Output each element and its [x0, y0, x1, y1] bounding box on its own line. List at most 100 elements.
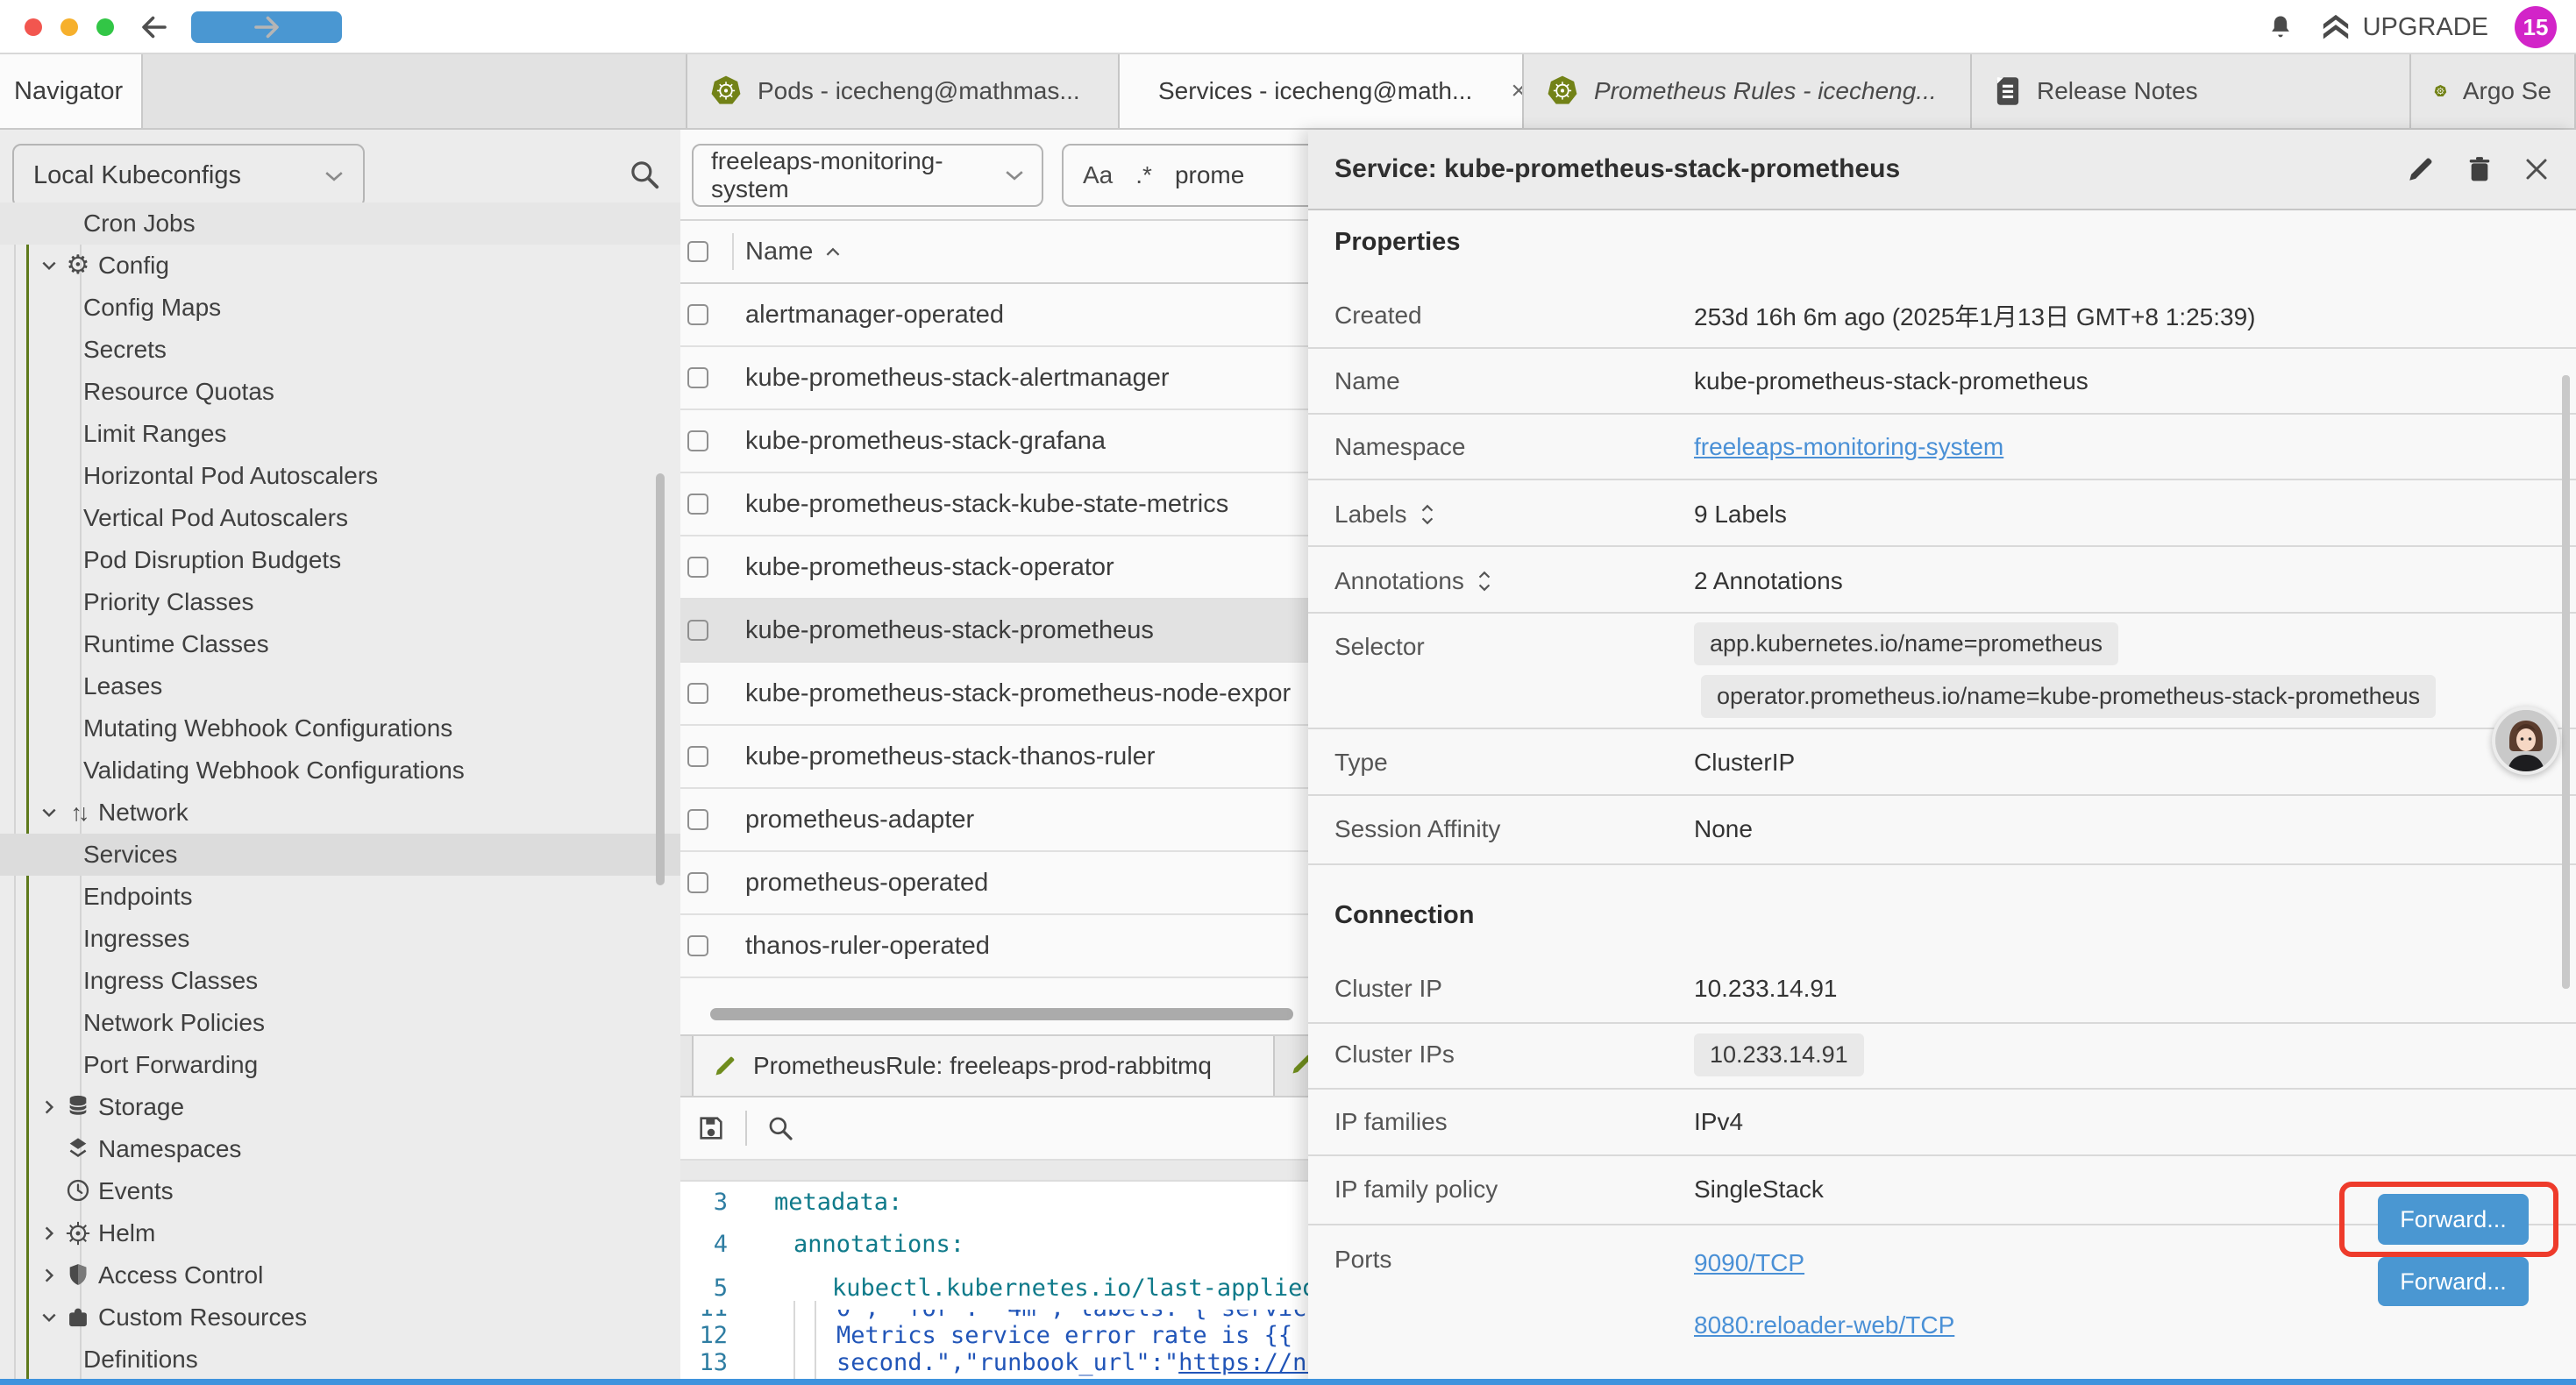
- sidebar-item-priority-classes[interactable]: Priority Classes: [0, 581, 680, 623]
- row-checkbox[interactable]: [687, 557, 708, 578]
- regex-toggle[interactable]: .*: [1135, 161, 1152, 189]
- tab-release-notes[interactable]: Release Notes: [1972, 54, 2411, 128]
- sidebar-item-port-forwarding[interactable]: Port Forwarding: [0, 1044, 680, 1086]
- table-row[interactable]: kube-prometheus-stack-kube-state-metrics: [680, 473, 1315, 536]
- sidebar-item-cron-jobs[interactable]: Cron Jobs: [0, 202, 680, 245]
- match-case-toggle[interactable]: Aa: [1083, 161, 1113, 189]
- sidebar-scrollbar[interactable]: [656, 473, 665, 885]
- sidebar-item-endpoints[interactable]: Endpoints: [0, 876, 680, 918]
- sidebar-item-ingresses[interactable]: Ingresses: [0, 918, 680, 960]
- horizontal-scrollbar[interactable]: [710, 1008, 1293, 1020]
- sidebar-item-label: Definitions: [83, 1346, 198, 1374]
- table-row[interactable]: kube-prometheus-stack-alertmanager: [680, 347, 1315, 410]
- sidebar-item-resource-quotas[interactable]: Resource Quotas: [0, 371, 680, 413]
- navigator-panel-tab[interactable]: Navigator: [0, 54, 143, 128]
- kubeconfig-selector[interactable]: Local Kubeconfigs: [12, 144, 365, 208]
- yaml-editor[interactable]: 3metadata: 4annotations: 5kubectl.kubern…: [680, 1182, 1315, 1380]
- selector-chip[interactable]: operator.prometheus.io/name=kube-prometh…: [1701, 675, 2436, 718]
- table-row[interactable]: kube-prometheus-stack-thanos-ruler: [680, 726, 1315, 789]
- search-input[interactable]: Aa .* prome: [1062, 144, 1315, 207]
- sidebar-item-pod-disruption-budgets[interactable]: Pod Disruption Budgets: [0, 539, 680, 581]
- row-checkbox[interactable]: [687, 367, 708, 388]
- sidebar-item-network-policies[interactable]: Network Policies: [0, 1002, 680, 1044]
- sidebar-item-services[interactable]: Services: [0, 834, 680, 876]
- tab-services[interactable]: Services - icecheng@math... ×: [1120, 54, 1524, 128]
- sidebar-item-namespaces[interactable]: Namespaces: [0, 1128, 680, 1170]
- sidebar-item-events[interactable]: Events: [0, 1170, 680, 1212]
- row-checkbox[interactable]: [687, 620, 708, 641]
- runbook-url-link[interactable]: https://net: [1178, 1349, 1315, 1376]
- table-row[interactable]: kube-prometheus-stack-operator: [680, 536, 1315, 600]
- forward-port-button[interactable]: Forward...: [2378, 1257, 2529, 1306]
- row-checkbox[interactable]: [687, 304, 708, 325]
- tab-pods[interactable]: Pods - icecheng@mathmas...: [686, 54, 1120, 128]
- row-checkbox[interactable]: [687, 746, 708, 767]
- close-icon[interactable]: [2523, 156, 2550, 182]
- selector-chip[interactable]: app.kubernetes.io/name=prometheus: [1694, 622, 2118, 665]
- field-label: Name: [1334, 367, 1400, 395]
- port-link-8080[interactable]: 8080:reloader-web/TCP: [1694, 1311, 1954, 1339]
- sidebar-item-ingress-classes[interactable]: Ingress Classes: [0, 960, 680, 1002]
- table-row[interactable]: kube-prometheus-stack-grafana: [680, 410, 1315, 473]
- sidebar-item-custom-resources[interactable]: Custom Resources: [0, 1296, 680, 1339]
- row-checkbox[interactable]: [687, 683, 708, 704]
- forward-icon[interactable]: [191, 11, 342, 43]
- detail-row-cluster-ip: Cluster IP 10.233.14.91: [1334, 955, 2558, 1022]
- sidebar-item-label: Events: [98, 1177, 174, 1205]
- cluster-ips-chip[interactable]: 10.233.14.91: [1694, 1033, 1864, 1076]
- sidebar-item-config[interactable]: ⚙ Config: [0, 245, 680, 287]
- tab-argo[interactable]: Argo Se: [2411, 54, 2576, 128]
- tab-prometheus-rules[interactable]: Prometheus Rules - icecheng...: [1524, 54, 1972, 128]
- sidebar-item-helm[interactable]: Helm: [0, 1212, 680, 1254]
- zoom-window-button[interactable]: [96, 18, 114, 36]
- table-row[interactable]: alertmanager-operated: [680, 284, 1315, 347]
- sidebar-item-limit-ranges[interactable]: Limit Ranges: [0, 413, 680, 455]
- table-row[interactable]: prometheus-operated: [680, 852, 1315, 915]
- row-checkbox[interactable]: [687, 494, 708, 515]
- user-avatar[interactable]: [2492, 707, 2560, 775]
- row-checkbox[interactable]: [687, 935, 708, 956]
- row-checkbox[interactable]: [687, 872, 708, 893]
- sidebar-item-storage[interactable]: Storage: [0, 1086, 680, 1128]
- close-tab-icon[interactable]: ×: [1511, 76, 1524, 106]
- table-row[interactable]: kube-prometheus-stack-prometheus-node-ex…: [680, 663, 1315, 726]
- save-icon[interactable]: [696, 1113, 726, 1143]
- editor-tab-prometheusrule[interactable]: PrometheusRule: freeleaps-prod-rabbitmq: [692, 1036, 1275, 1096]
- delete-trash-icon[interactable]: [2466, 154, 2494, 184]
- select-all-checkbox[interactable]: [687, 241, 708, 262]
- notifications-bell-icon[interactable]: [2266, 13, 2295, 41]
- sidebar-item-validating-webhook-configurations[interactable]: Validating Webhook Configurations: [0, 749, 680, 792]
- name-column-header[interactable]: Name: [745, 238, 841, 266]
- close-window-button[interactable]: [25, 18, 42, 36]
- annotations-count[interactable]: 2 Annotations: [1694, 567, 1843, 595]
- table-row[interactable]: thanos-ruler-operated: [680, 915, 1315, 978]
- detail-scrollbar[interactable]: [2562, 375, 2570, 989]
- sidebar-item-mutating-webhook-configurations[interactable]: Mutating Webhook Configurations: [0, 707, 680, 749]
- sidebar-item-secrets[interactable]: Secrets: [0, 329, 680, 371]
- notification-count-badge[interactable]: 15: [2515, 6, 2557, 48]
- edit-pencil-icon[interactable]: [2406, 154, 2436, 184]
- sidebar-item-vertical-pod-autoscalers[interactable]: Vertical Pod Autoscalers: [0, 497, 680, 539]
- table-row[interactable]: prometheus-adapter: [680, 789, 1315, 852]
- expand-collapse-icon[interactable]: [1477, 571, 1492, 592]
- row-checkbox[interactable]: [687, 430, 708, 451]
- back-icon[interactable]: [139, 11, 170, 43]
- minimize-window-button[interactable]: [60, 18, 78, 36]
- table-row-selected[interactable]: kube-prometheus-stack-prometheus: [680, 600, 1315, 663]
- upgrade-button[interactable]: UPGRADE: [2321, 13, 2488, 42]
- sidebar-item-leases[interactable]: Leases: [0, 665, 680, 707]
- sidebar-item-definitions[interactable]: Definitions: [0, 1339, 680, 1381]
- sidebar-item-horizontal-pod-autoscalers[interactable]: Horizontal Pod Autoscalers: [0, 455, 680, 497]
- row-checkbox[interactable]: [687, 809, 708, 830]
- sidebar-item-config-maps[interactable]: Config Maps: [0, 287, 680, 329]
- labels-count[interactable]: 9 Labels: [1694, 501, 1787, 529]
- sidebar-item-access-control[interactable]: Access Control: [0, 1254, 680, 1296]
- search-icon[interactable]: [766, 1114, 794, 1142]
- search-icon[interactable]: [628, 158, 661, 191]
- sidebar-item-network[interactable]: ↑↓ Network: [0, 792, 680, 834]
- namespace-selector[interactable]: freeleaps-monitoring-system: [692, 144, 1043, 207]
- namespace-link[interactable]: freeleaps-monitoring-system: [1694, 433, 2003, 460]
- port-link-9090[interactable]: 9090/TCP: [1694, 1249, 1804, 1277]
- expand-collapse-icon[interactable]: [1420, 504, 1435, 525]
- sidebar-item-runtime-classes[interactable]: Runtime Classes: [0, 623, 680, 665]
